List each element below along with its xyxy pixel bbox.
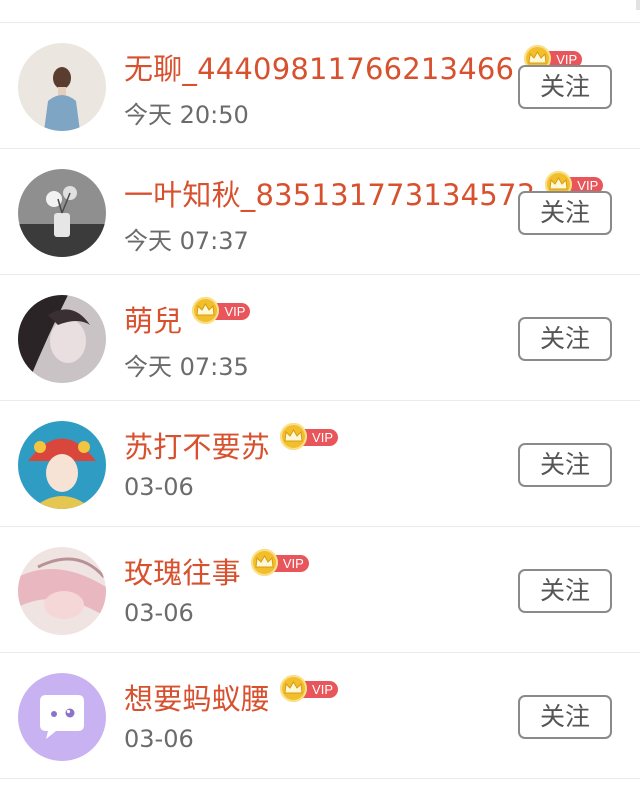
follow-time: 03-06 — [124, 725, 194, 753]
user-name[interactable]: 想要蚂蚁腰 — [124, 676, 270, 718]
user-name[interactable]: 玫瑰往事 — [124, 550, 241, 592]
list-item[interactable]: 萌兒 VIP 今天 07:35 关注 — [0, 275, 640, 401]
user-name[interactable]: 萌兒 — [124, 298, 182, 340]
follow-button[interactable]: 关注 — [518, 695, 612, 739]
avatar[interactable] — [18, 673, 106, 761]
vip-badge: VIP — [192, 297, 252, 324]
avatar[interactable] — [18, 43, 106, 131]
list-item[interactable]: 无聊_44409811766213466 VIP 今天 20:50 关注 — [0, 23, 640, 149]
follow-button[interactable]: 关注 — [518, 569, 612, 613]
follow-button[interactable]: 关注 — [518, 191, 612, 235]
list-item[interactable]: 玫瑰往事 VIP 03-06 关注 — [0, 527, 640, 653]
crown-icon — [280, 675, 308, 702]
follow-time: 03-06 — [124, 473, 194, 501]
user-name[interactable]: 苏打不要苏 — [124, 424, 270, 466]
crown-icon — [250, 549, 278, 576]
scroll-edge — [636, 0, 640, 10]
follow-time: 今天 07:37 — [124, 227, 249, 255]
list-item[interactable]: 苏打不要苏 VIP 03-06 关注 — [0, 401, 640, 527]
user-name[interactable]: 一叶知秋_835131773134573 — [124, 172, 535, 214]
follow-button[interactable]: 关注 — [518, 317, 612, 361]
vip-badge: VIP — [250, 549, 311, 576]
vip-badge: VIP — [280, 675, 340, 702]
user-name[interactable]: 无聊_44409811766213466 — [124, 46, 514, 88]
follow-time: 今天 07:35 — [124, 353, 249, 381]
follow-time: 今天 20:50 — [124, 101, 249, 129]
avatar[interactable] — [18, 295, 106, 383]
avatar[interactable] — [18, 547, 106, 635]
avatar[interactable] — [18, 169, 106, 257]
list-item[interactable]: 想要蚂蚁腰 VIP 03-06 关注 — [0, 653, 640, 779]
follower-list[interactable]: 无聊_44409811766213466 VIP 今天 20:50 关注 一叶知… — [0, 23, 640, 779]
follow-time: 03-06 — [124, 599, 194, 627]
list-item[interactable]: 一叶知秋_835131773134573 VIP 今天 07:37 关注 — [0, 149, 640, 275]
crown-icon — [280, 423, 308, 450]
follow-button[interactable]: 关注 — [518, 65, 612, 109]
avatar[interactable] — [18, 421, 106, 509]
top-bar — [0, 0, 640, 23]
vip-badge: VIP — [280, 423, 340, 450]
follow-button[interactable]: 关注 — [518, 443, 612, 487]
